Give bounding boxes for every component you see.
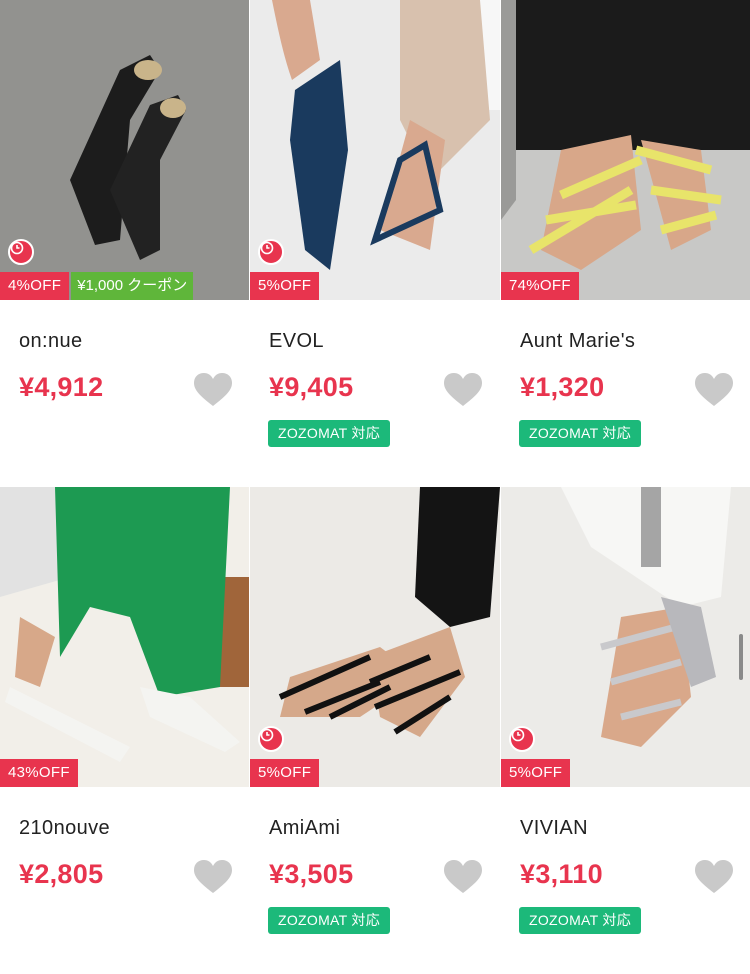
product-card[interactable]: 43%OFF 210nouve ¥2,805: [0, 487, 249, 974]
favorite-heart-icon[interactable]: [194, 860, 232, 894]
badge-row: 43%OFF: [0, 759, 78, 787]
coupon-badge: ¥1,000 クーポン: [71, 272, 194, 300]
favorite-heart-icon[interactable]: [444, 860, 482, 894]
favorite-heart-icon[interactable]: [444, 373, 482, 407]
product-card[interactable]: 5%OFF VIVIAN ¥3,110 ZOZOMAT 対応: [501, 487, 750, 974]
product-image[interactable]: 5%OFF: [250, 0, 500, 300]
product-image[interactable]: 43%OFF: [0, 487, 249, 787]
badge-row: 5%OFF: [250, 272, 320, 300]
product-card[interactable]: 4%OFF ¥1,000 クーポン on:nue ¥4,912: [0, 0, 249, 487]
badge-row: 74%OFF: [501, 272, 579, 300]
zozomat-badge: ZOZOMAT 対応: [268, 420, 391, 447]
discount-badge: 5%OFF: [501, 759, 571, 787]
price: ¥2,805: [19, 859, 104, 889]
product-card[interactable]: 5%OFF EVOL ¥9,405 ZOZOMAT 対応: [250, 0, 500, 487]
product-card[interactable]: 5%OFF AmiAmi ¥3,505 ZOZOMAT 対応: [250, 487, 500, 974]
price: ¥3,505: [269, 859, 354, 889]
product-card[interactable]: 74%OFF Aunt Marie's ¥1,320 ZOZOMAT 対応: [501, 0, 750, 487]
favorite-heart-icon[interactable]: [194, 373, 232, 407]
discount-badge: 4%OFF: [0, 272, 70, 300]
scrollbar-thumb[interactable]: [739, 634, 743, 680]
brand-name[interactable]: VIVIAN: [520, 817, 588, 840]
discount-badge: 5%OFF: [250, 272, 320, 300]
favorite-heart-icon[interactable]: [695, 373, 733, 407]
product-image[interactable]: 4%OFF ¥1,000 クーポン: [0, 0, 249, 300]
badge-row: 5%OFF: [501, 759, 571, 787]
timer-icon: [509, 726, 535, 752]
timer-icon: [258, 726, 284, 752]
timer-icon: [258, 239, 284, 265]
discount-badge: 5%OFF: [250, 759, 320, 787]
discount-badge: 74%OFF: [501, 272, 579, 300]
product-image[interactable]: 5%OFF: [250, 487, 500, 787]
zozomat-badge: ZOZOMAT 対応: [519, 420, 642, 447]
badge-row: 5%OFF: [250, 759, 320, 787]
price: ¥3,110: [520, 859, 603, 889]
zozomat-badge: ZOZOMAT 対応: [268, 907, 391, 934]
product-image[interactable]: 5%OFF: [501, 487, 750, 787]
brand-name[interactable]: AmiAmi: [269, 817, 340, 840]
zozomat-badge: ZOZOMAT 対応: [519, 907, 642, 934]
price: ¥1,320: [520, 372, 605, 402]
product-image[interactable]: 74%OFF: [501, 0, 750, 300]
price: ¥9,405: [269, 372, 354, 402]
favorite-heart-icon[interactable]: [695, 860, 733, 894]
price: ¥4,912: [19, 372, 104, 402]
brand-name[interactable]: Aunt Marie's: [520, 330, 635, 353]
product-grid: 4%OFF ¥1,000 クーポン on:nue ¥4,912 5%OFF EV…: [0, 0, 750, 974]
brand-name[interactable]: 210nouve: [19, 817, 110, 840]
timer-icon: [8, 239, 34, 265]
brand-name[interactable]: EVOL: [269, 330, 324, 353]
brand-name[interactable]: on:nue: [19, 330, 83, 353]
discount-badge: 43%OFF: [0, 759, 78, 787]
badge-row: 4%OFF ¥1,000 クーポン: [0, 272, 194, 300]
